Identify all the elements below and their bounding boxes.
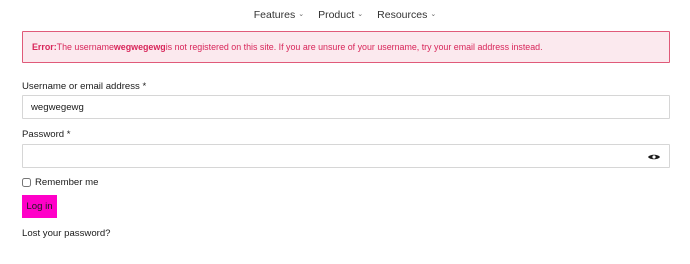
nav-item-label: Resources	[377, 9, 428, 21]
error-text-after: is not registered on this site. If you a…	[165, 42, 543, 52]
eye-icon	[648, 154, 660, 159]
top-navigation: Features ⌄ Product ⌄ Resources ⌄	[0, 8, 690, 22]
error-text-before: The username	[56, 42, 114, 52]
chevron-down-icon: ⌄	[430, 11, 437, 18]
username-field[interactable]	[22, 95, 670, 119]
show-password-button[interactable]	[646, 152, 662, 161]
lost-password-link[interactable]: Lost your password?	[22, 228, 111, 239]
remember-me: Remember me	[22, 177, 98, 188]
chevron-down-icon: ⌄	[357, 11, 364, 18]
error-username: wegwegewg	[113, 42, 166, 52]
password-label: Password *	[22, 129, 71, 140]
nav-item-product[interactable]: Product ⌄	[311, 8, 370, 22]
nav-item-resources[interactable]: Resources ⌄	[370, 8, 443, 22]
nav-item-label: Features	[253, 9, 296, 21]
login-button[interactable]: Log in	[22, 195, 57, 218]
username-label: Username or email address *	[22, 81, 147, 92]
chevron-down-icon: ⌄	[298, 11, 305, 18]
error-notice: Error: The username wegwegewg is not reg…	[22, 31, 670, 63]
remember-me-label: Remember me	[35, 177, 99, 188]
remember-me-checkbox[interactable]	[22, 178, 31, 187]
error-prefix: Error:	[32, 42, 57, 52]
nav-item-label: Product	[318, 9, 355, 21]
password-field[interactable]	[22, 144, 670, 168]
nav-item-features[interactable]: Features ⌄	[247, 8, 311, 22]
